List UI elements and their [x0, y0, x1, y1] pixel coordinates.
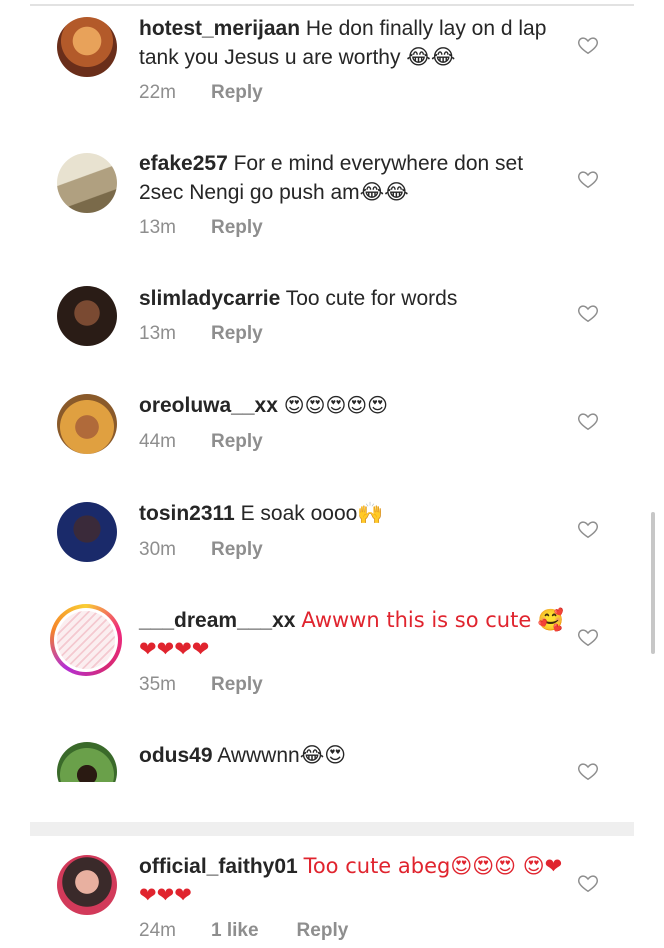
- comment-username[interactable]: oreoluwa__xx: [139, 394, 278, 417]
- heart-outline-icon[interactable]: [577, 872, 599, 894]
- comment-meta: 30m Reply: [139, 539, 263, 561]
- heart-outline-icon[interactable]: [577, 518, 599, 540]
- comment-username[interactable]: efake257: [139, 152, 228, 175]
- avatar[interactable]: [57, 286, 117, 346]
- avatar-story-ring[interactable]: [50, 604, 122, 676]
- comment-username[interactable]: official_faithy01: [139, 855, 298, 878]
- comment-meta: 22m Reply: [139, 82, 263, 104]
- avatar[interactable]: [57, 502, 117, 562]
- comment-time: 13m: [139, 323, 176, 344]
- comment-text: oreoluwa__xx 😍😍😍😍😍: [139, 391, 569, 420]
- comment-text: official_faithy01 Too cute abeg😍😍😍 😍❤❤❤❤: [139, 852, 569, 910]
- comment-meta: 24m 1 like Reply: [139, 920, 348, 942]
- reply-button[interactable]: Reply: [211, 217, 263, 239]
- comment-time: 30m: [139, 539, 176, 560]
- comment-body: 😍😍😍😍😍: [283, 393, 388, 417]
- comment-time: 35m: [139, 674, 176, 695]
- heart-outline-icon[interactable]: [577, 302, 599, 324]
- comment-username[interactable]: odus49: [139, 744, 213, 767]
- comment-username[interactable]: slimladycarrie: [139, 287, 280, 310]
- avatar[interactable]: [57, 17, 117, 77]
- comment-text: hotest_merijaan He don finally lay on d …: [139, 14, 569, 72]
- heart-outline-icon[interactable]: [577, 760, 599, 782]
- comment-body: E soak oooo🙌: [240, 502, 384, 525]
- comment-time: 24m: [139, 920, 176, 941]
- comment-text: tosin2311 E soak oooo🙌: [139, 499, 569, 528]
- comment-meta: 13m Reply: [139, 217, 263, 239]
- reply-button[interactable]: Reply: [211, 431, 263, 453]
- comment-username[interactable]: ___dream___xx: [139, 609, 295, 632]
- reply-button[interactable]: Reply: [211, 323, 263, 345]
- comment-meta: 44m Reply: [139, 431, 263, 453]
- heart-outline-icon[interactable]: [577, 168, 599, 190]
- comment-time: 44m: [139, 431, 176, 452]
- avatar: [57, 611, 115, 669]
- reply-button[interactable]: Reply: [211, 82, 263, 104]
- avatar[interactable]: [57, 742, 117, 782]
- avatar[interactable]: [57, 153, 117, 213]
- comment-time: 13m: [139, 217, 176, 238]
- avatar-ring-gap: [54, 608, 118, 672]
- comment-time: 22m: [139, 82, 176, 103]
- reply-button[interactable]: Reply: [211, 674, 263, 696]
- comment-meta: 13m Reply: [139, 323, 263, 345]
- avatar[interactable]: [57, 855, 117, 915]
- comment-username[interactable]: hotest_merijaan: [139, 17, 300, 40]
- avatar[interactable]: [57, 394, 117, 454]
- scrollbar[interactable]: [651, 512, 655, 654]
- comment-text: slimladycarrie Too cute for words: [139, 284, 569, 313]
- top-divider: [30, 4, 634, 6]
- comment-text: odus49 Awwwnn😂😍: [139, 741, 569, 770]
- heart-outline-icon[interactable]: [577, 626, 599, 648]
- reply-button[interactable]: Reply: [211, 539, 263, 561]
- comment-body: Awwwnn😂😍: [217, 744, 347, 767]
- comment-text: efake257 For e mind everywhere don set 2…: [139, 149, 569, 207]
- comment-body: Too cute for words: [285, 287, 458, 310]
- likes-count-button[interactable]: 1 like: [211, 920, 259, 942]
- heart-outline-icon[interactable]: [577, 410, 599, 432]
- reply-button[interactable]: Reply: [297, 920, 349, 942]
- comment-text: ___dream___xx Awwwn this is so cute 🥰 ❤❤…: [139, 606, 569, 664]
- heart-outline-icon[interactable]: [577, 34, 599, 56]
- comment-username[interactable]: tosin2311: [139, 502, 235, 525]
- avatar-clip: [57, 742, 117, 782]
- comment-meta: 35m Reply: [139, 674, 263, 696]
- section-divider: [30, 822, 634, 836]
